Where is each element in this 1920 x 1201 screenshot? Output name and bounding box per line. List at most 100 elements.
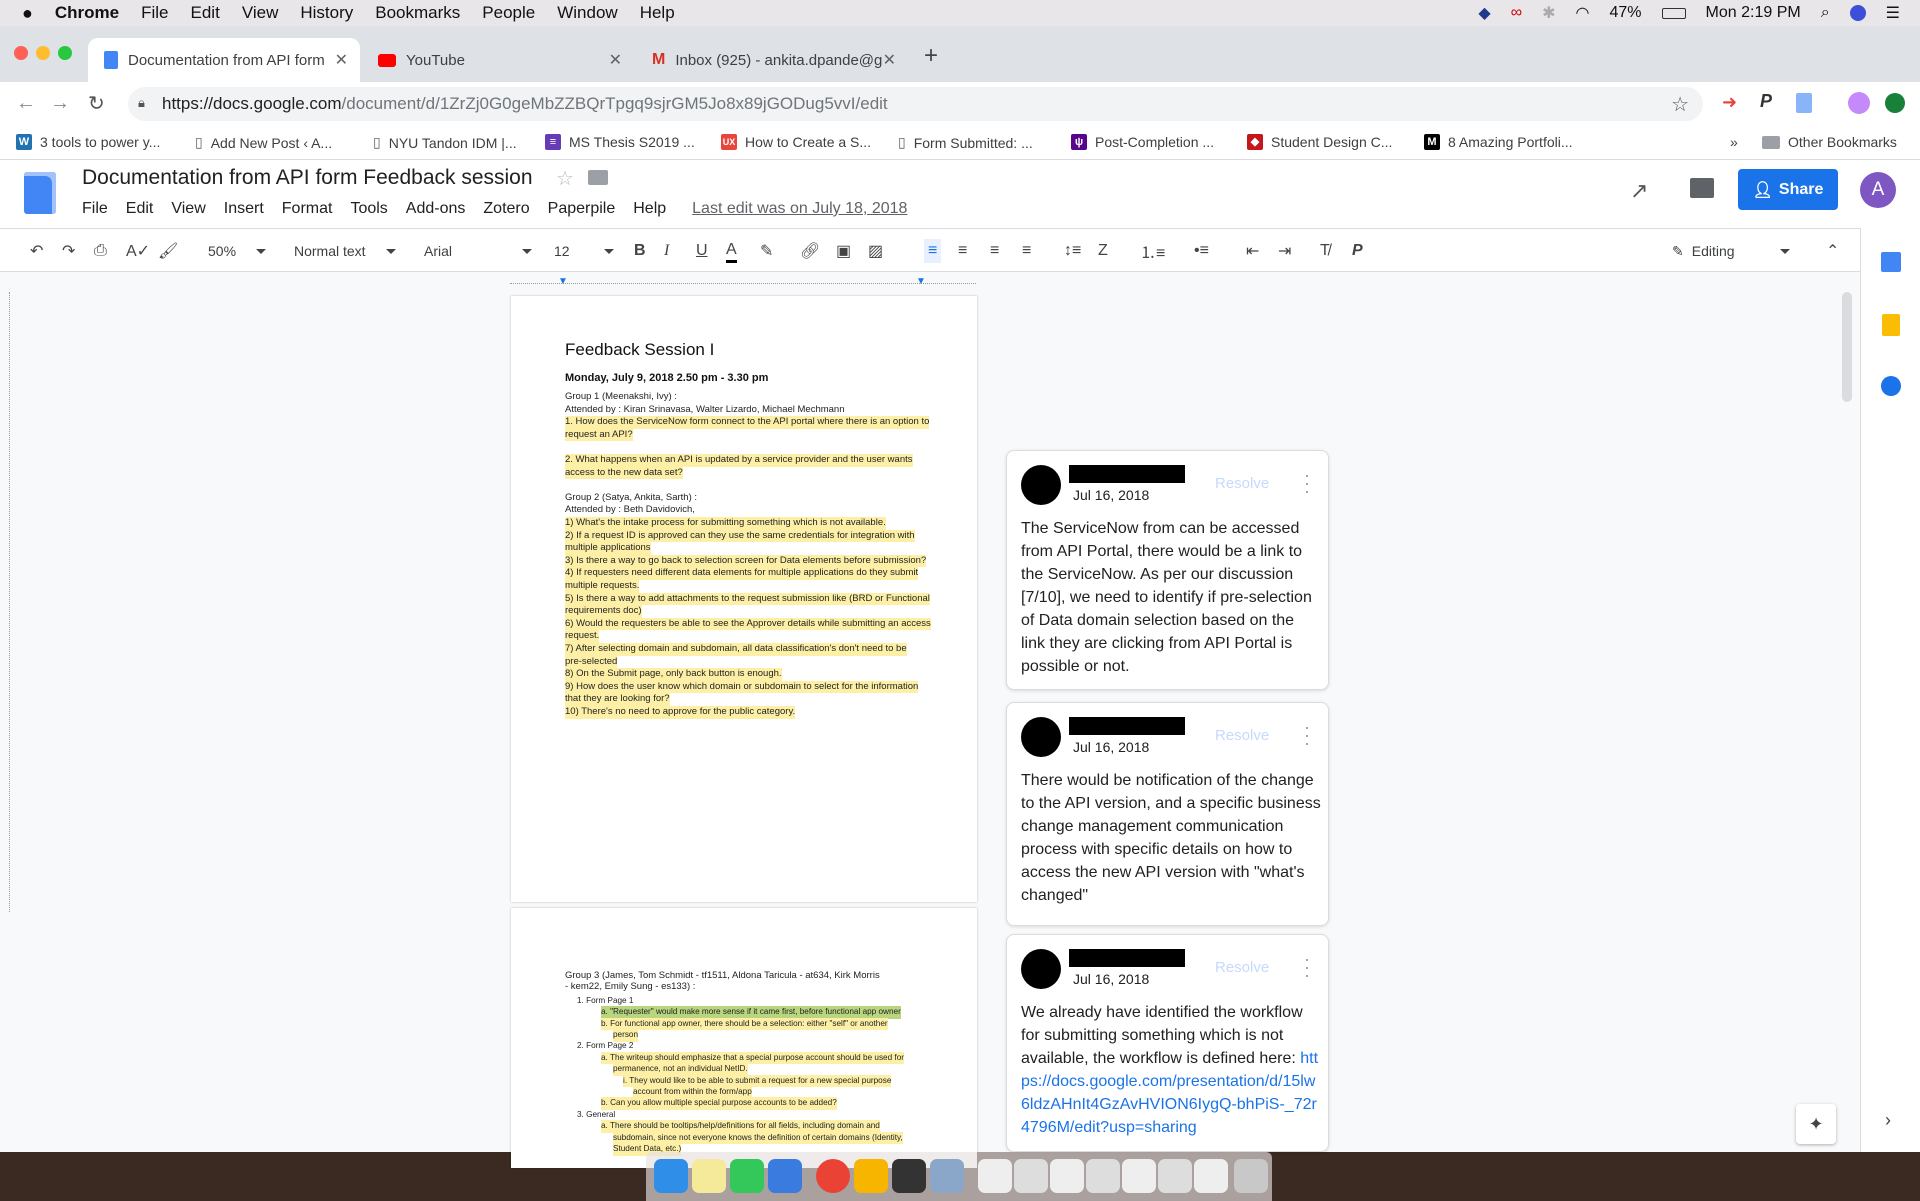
extension-arrow-icon[interactable]: ➜ — [1722, 92, 1737, 113]
creative-cloud-icon[interactable]: ∞ — [1511, 4, 1522, 22]
left-indent-marker[interactable]: ▼ — [558, 276, 568, 287]
finder-icon[interactable] — [654, 1159, 688, 1193]
trash-icon[interactable] — [1234, 1159, 1268, 1193]
sketch-icon[interactable] — [854, 1159, 888, 1193]
line-spacing-icon[interactable]: ↕≡ — [1064, 239, 1081, 263]
notification-center-icon[interactable]: ☰ — [1886, 3, 1900, 23]
bold-icon[interactable]: B — [634, 239, 646, 263]
comment-thread[interactable]: Jul 16, 2018 Resolve · · · We already have… — [1006, 934, 1329, 1152]
bookmark-star-icon[interactable]: ☆ — [1671, 92, 1689, 117]
close-tab-icon[interactable]: ✕ — [335, 50, 348, 70]
decrease-indent-icon[interactable]: ⇤ — [1246, 239, 1259, 263]
account-avatar[interactable]: A — [1860, 172, 1896, 208]
document-thumbnail-icon[interactable] — [1014, 1159, 1048, 1193]
bookmark-item[interactable]: UX How to Create a S... — [721, 134, 871, 150]
spellcheck-icon[interactable]: A✓ — [126, 239, 150, 263]
insert-comment-icon[interactable]: ▣ — [836, 239, 851, 263]
menu-insert[interactable]: Insert — [224, 200, 264, 218]
menubar-window[interactable]: Window — [557, 3, 617, 23]
new-tab-icon[interactable]: + — [924, 42, 938, 70]
spotlight-icon[interactable]: ⌕ — [1821, 4, 1830, 22]
apple-icon[interactable]: ● — [22, 3, 33, 24]
last-edit-link[interactable]: Last edit was on July 18, 2018 — [692, 200, 907, 218]
menubar-bookmarks[interactable]: Bookmarks — [375, 3, 460, 23]
menu-addons[interactable]: Add-ons — [406, 200, 466, 218]
address-bar[interactable]: 🔒︎ https://docs.google.com/document/d/1Z… — [128, 87, 1703, 121]
keep-icon[interactable] — [1882, 314, 1900, 336]
right-indent-marker[interactable]: ▼ — [916, 276, 926, 287]
redo-icon[interactable]: ↷ — [62, 239, 75, 263]
comments-icon[interactable] — [1690, 178, 1714, 198]
other-bookmarks[interactable]: Other Bookmarks — [1762, 134, 1897, 150]
align-left-icon[interactable]: ≡ — [924, 239, 942, 263]
font-size-select[interactable]: 12 — [554, 239, 614, 263]
horizontal-ruler[interactable] — [510, 276, 976, 284]
style-select[interactable]: Normal text — [294, 239, 396, 263]
insert-link-icon[interactable]: 🔗︎ — [800, 239, 820, 263]
more-options-icon[interactable]: · · · — [1304, 950, 1310, 984]
profile-avatar-icon[interactable] — [1848, 92, 1870, 114]
bulleted-list-icon[interactable]: •≡ — [1194, 239, 1209, 263]
menu-edit[interactable]: Edit — [126, 200, 154, 218]
menubar-file[interactable]: File — [141, 3, 168, 23]
tab-youtube[interactable]: YouTube ✕ — [362, 38, 634, 82]
menubar-people[interactable]: People — [482, 3, 535, 23]
paperpile-icon[interactable]: P — [1352, 239, 1363, 263]
menubar-history[interactable]: History — [300, 3, 353, 23]
italic-icon[interactable]: I — [664, 239, 669, 263]
forward-icon[interactable]: → — [50, 92, 70, 115]
clock[interactable]: Mon 2:19 PM — [1706, 4, 1801, 22]
clear-formatting-icon[interactable]: T̸ — [1320, 239, 1330, 263]
editing-mode-select[interactable]: ✎ Editing — [1672, 239, 1790, 263]
justify-icon[interactable]: ≡ — [1022, 239, 1031, 263]
abstract-icon[interactable] — [892, 1159, 926, 1193]
bookmark-item[interactable]: ψ Post-Completion ... — [1071, 134, 1214, 150]
tab-docs[interactable]: Documentation from API form F ✕ — [88, 38, 360, 82]
docs-logo-icon[interactable] — [24, 172, 56, 214]
battery-text[interactable]: 47% — [1610, 4, 1642, 22]
print-icon[interactable]: ⎙ — [94, 239, 107, 263]
document-thumbnail-icon[interactable] — [1158, 1159, 1192, 1193]
close-tab-icon[interactable]: ✕ — [609, 50, 622, 70]
comment-thread[interactable]: Jul 16, 2018 Resolve · · · There would be … — [1006, 702, 1329, 926]
more-options-icon[interactable]: · · · — [1304, 718, 1310, 752]
align-right-icon[interactable]: ≡ — [990, 239, 999, 263]
bookmark-item[interactable]: ◆ Student Design C... — [1247, 134, 1392, 150]
close-window-icon[interactable] — [14, 46, 28, 60]
share-button[interactable]: 👤︎ Share — [1738, 169, 1838, 210]
bookmark-item[interactable]: ▯ Add New Post ‹ A... — [195, 134, 332, 151]
notes-icon[interactable] — [692, 1159, 726, 1193]
increase-indent-icon[interactable]: ⇥ — [1278, 239, 1291, 263]
font-select[interactable]: Arial — [424, 239, 532, 263]
resolve-button[interactable]: Resolve — [1215, 475, 1269, 492]
expand-panel-icon[interactable]: › — [1885, 1110, 1891, 1131]
menubar-edit[interactable]: Edit — [191, 3, 220, 23]
calendar-icon[interactable] — [1881, 252, 1901, 272]
vertical-scrollbar[interactable] — [1842, 292, 1852, 402]
star-icon[interactable]: ☆ — [556, 166, 574, 191]
preview-icon[interactable] — [930, 1159, 964, 1193]
facetime-icon[interactable] — [730, 1159, 764, 1193]
wifi-icon[interactable]: ◠ — [1576, 3, 1590, 23]
close-tab-icon[interactable]: ✕ — [883, 50, 896, 70]
document-thumbnail-icon[interactable] — [1050, 1159, 1084, 1193]
activity-trend-icon[interactable]: ↗ — [1630, 178, 1648, 204]
menu-file[interactable]: File — [82, 200, 108, 218]
comment-thread[interactable]: Jul 16, 2018 Resolve · · · The ServiceNow … — [1006, 450, 1329, 690]
chrome-icon[interactable] — [816, 1159, 850, 1193]
battery-icon[interactable] — [1661, 7, 1686, 19]
keynote-icon[interactable] — [768, 1159, 802, 1193]
menu-paperpile[interactable]: Paperpile — [548, 200, 616, 218]
menu-zotero[interactable]: Zotero — [483, 200, 529, 218]
reload-icon[interactable]: ↻ — [88, 91, 105, 116]
explore-button[interactable]: ✦ — [1796, 1104, 1836, 1144]
numbered-list-icon[interactable]: ⒈≡ — [1140, 239, 1165, 263]
document-thumbnail-icon[interactable] — [978, 1159, 1012, 1193]
menubar-app-name[interactable]: Chrome — [55, 3, 119, 23]
tasks-icon[interactable] — [1881, 376, 1901, 396]
docs-extension-icon[interactable] — [1796, 93, 1812, 113]
bookmark-item[interactable]: M8 Amazing Portfoli... — [1424, 134, 1573, 150]
document-thumbnail-icon[interactable] — [1086, 1159, 1120, 1193]
resolve-button[interactable]: Resolve — [1215, 959, 1269, 976]
zoom-window-icon[interactable] — [58, 46, 72, 60]
